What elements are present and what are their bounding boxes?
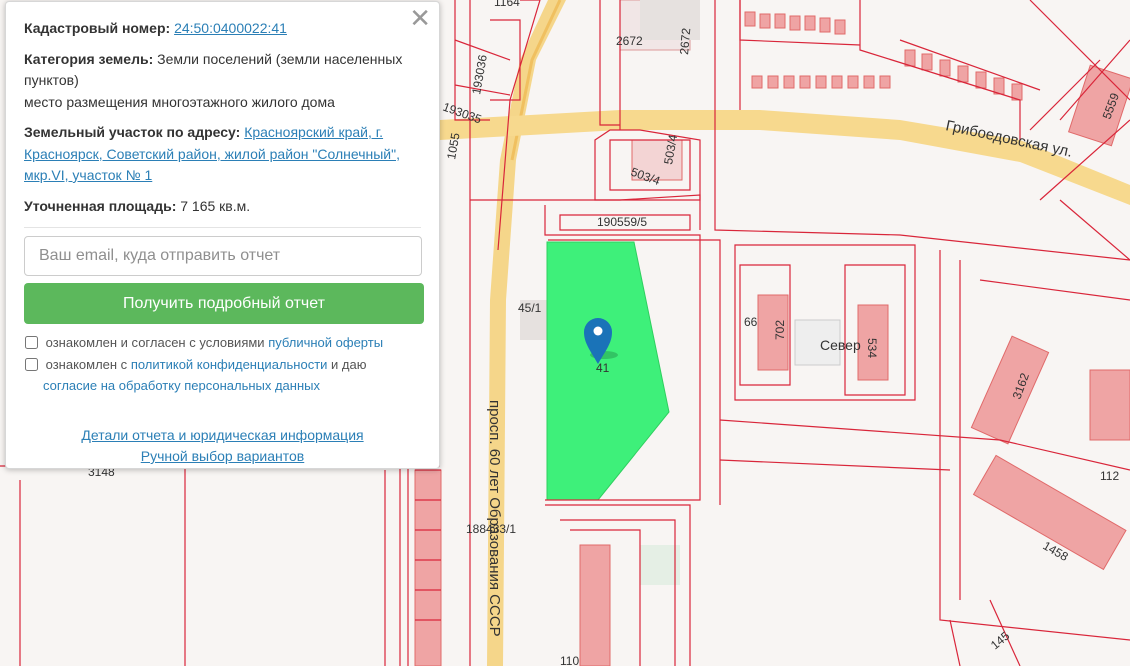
consent-offer-checkbox[interactable] (25, 336, 38, 349)
area-label: Уточненная площадь: (24, 197, 177, 214)
land-category-row: Категория земель: Земли поселений (земли… (24, 49, 421, 114)
label-1164: 1164 (494, 0, 520, 9)
consent-offer: ознакомлен и согласен с условиями публич… (24, 332, 421, 353)
parcel-info-panel: ✕ Кадастровый номер: 24:50:0400022:41 Ка… (5, 1, 440, 469)
label-2672b: 2672 (677, 27, 693, 55)
cadastral-number-link[interactable]: 24:50:0400022:41 (174, 20, 287, 36)
email-input[interactable] (24, 236, 422, 276)
footer-links: Детали отчета и юридическая информация Р… (24, 425, 421, 467)
label-534: 534 (865, 338, 879, 358)
consent-privacy-text-a: ознакомлен с (45, 357, 128, 372)
cadastral-number-row: Кадастровый номер: 24:50:0400022:41 (24, 18, 421, 40)
report-details-link[interactable]: Детали отчета и юридическая информация (81, 425, 363, 446)
consent-privacy: ознакомлен с политикой конфиденциальност… (24, 354, 421, 396)
personal-data-consent-link[interactable]: согласие на обработку персональных данны… (24, 378, 320, 393)
label-41: 41 (596, 361, 610, 375)
label-66: 66 (744, 315, 758, 329)
cadastral-label: Кадастровый номер: (24, 20, 171, 36)
label-110: 110 (560, 654, 579, 666)
consent-privacy-checkbox[interactable] (25, 358, 38, 371)
manual-selection-link[interactable]: Ручной выбор вариантов (141, 446, 305, 467)
label-112: 112 (1100, 469, 1119, 483)
category-label: Категория земель: (24, 50, 154, 67)
divider (24, 227, 421, 228)
category-purpose: место размещения многоэтажного жилого до… (24, 93, 335, 110)
public-offer-link[interactable]: публичной оферты (268, 335, 383, 350)
label-2672a: 2672 (616, 34, 643, 48)
label-702: 702 (773, 320, 787, 340)
street-label-prospekt: просп. 60 лет Образования СССР (486, 400, 503, 637)
address-row: Земельный участок по адресу: Красноярски… (24, 122, 421, 187)
area-value: 7 165 кв.м. (180, 197, 251, 214)
privacy-policy-link[interactable]: политикой конфиденциальности (131, 357, 328, 372)
get-report-button[interactable]: Получить подробный отчет (24, 283, 424, 324)
district-label: Север (820, 337, 861, 353)
address-label: Земельный участок по адресу: (24, 124, 241, 140)
close-icon[interactable]: ✕ (409, 6, 431, 32)
area-row: Уточненная площадь: 7 165 кв.м. (24, 196, 421, 218)
consent-privacy-text-b: и даю (331, 357, 367, 372)
label-45-1: 45/1 (518, 301, 542, 315)
consent-offer-text: ознакомлен и согласен с условиями (45, 335, 265, 350)
label-190559: 190559/5 (597, 215, 647, 229)
